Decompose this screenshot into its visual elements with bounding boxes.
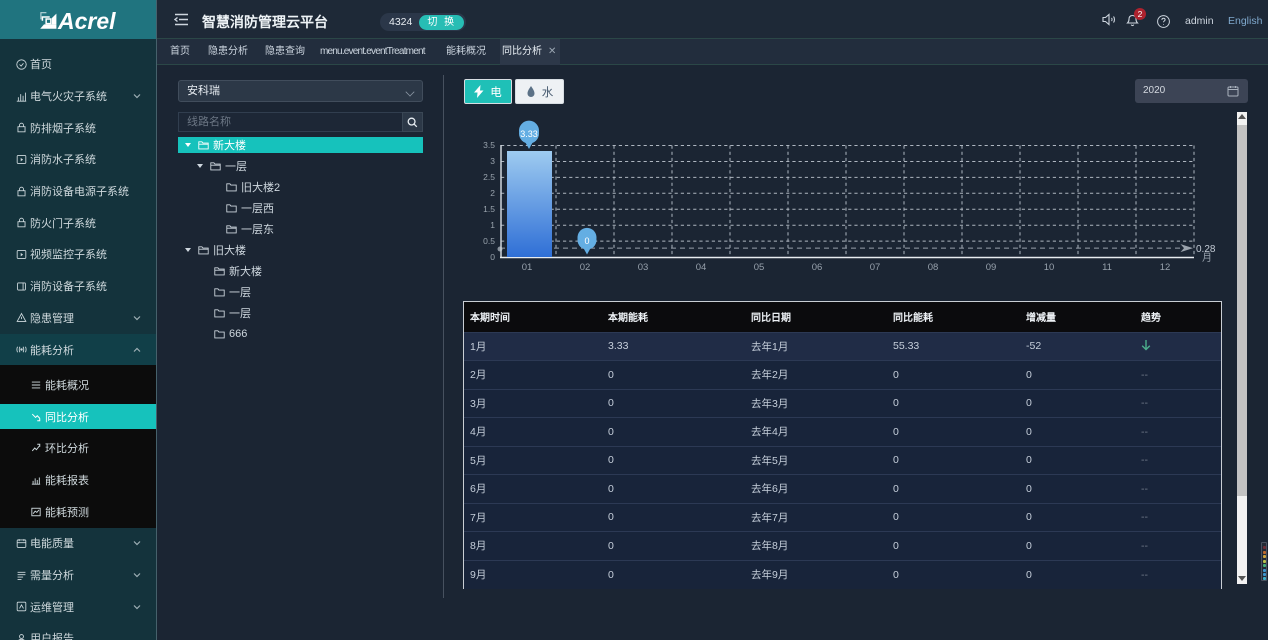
svg-text:07: 07 [870, 262, 881, 273]
svg-text:0: 0 [584, 236, 589, 246]
svg-text:03: 03 [638, 262, 649, 273]
svg-text:01: 01 [522, 262, 533, 273]
svg-text:1.5: 1.5 [483, 204, 495, 214]
svg-text:3.33: 3.33 [520, 129, 538, 139]
svg-text:05: 05 [754, 262, 765, 273]
svg-text:月: 月 [1202, 252, 1212, 264]
svg-text:02: 02 [580, 262, 591, 273]
svg-text:11: 11 [1102, 262, 1112, 273]
svg-text:2: 2 [490, 188, 495, 198]
svg-text:12: 12 [1160, 262, 1171, 273]
svg-text:0: 0 [490, 252, 495, 262]
svg-text:10: 10 [1044, 262, 1055, 273]
svg-text:3: 3 [490, 156, 495, 166]
svg-text:04: 04 [696, 262, 707, 273]
svg-text:06: 06 [812, 262, 823, 273]
svg-text:3.5: 3.5 [483, 140, 495, 150]
svg-text:08: 08 [928, 262, 939, 273]
svg-text:09: 09 [986, 262, 997, 273]
svg-text:1: 1 [490, 220, 495, 230]
svg-text:0.5: 0.5 [483, 236, 495, 246]
svg-text:2.5: 2.5 [483, 172, 495, 182]
